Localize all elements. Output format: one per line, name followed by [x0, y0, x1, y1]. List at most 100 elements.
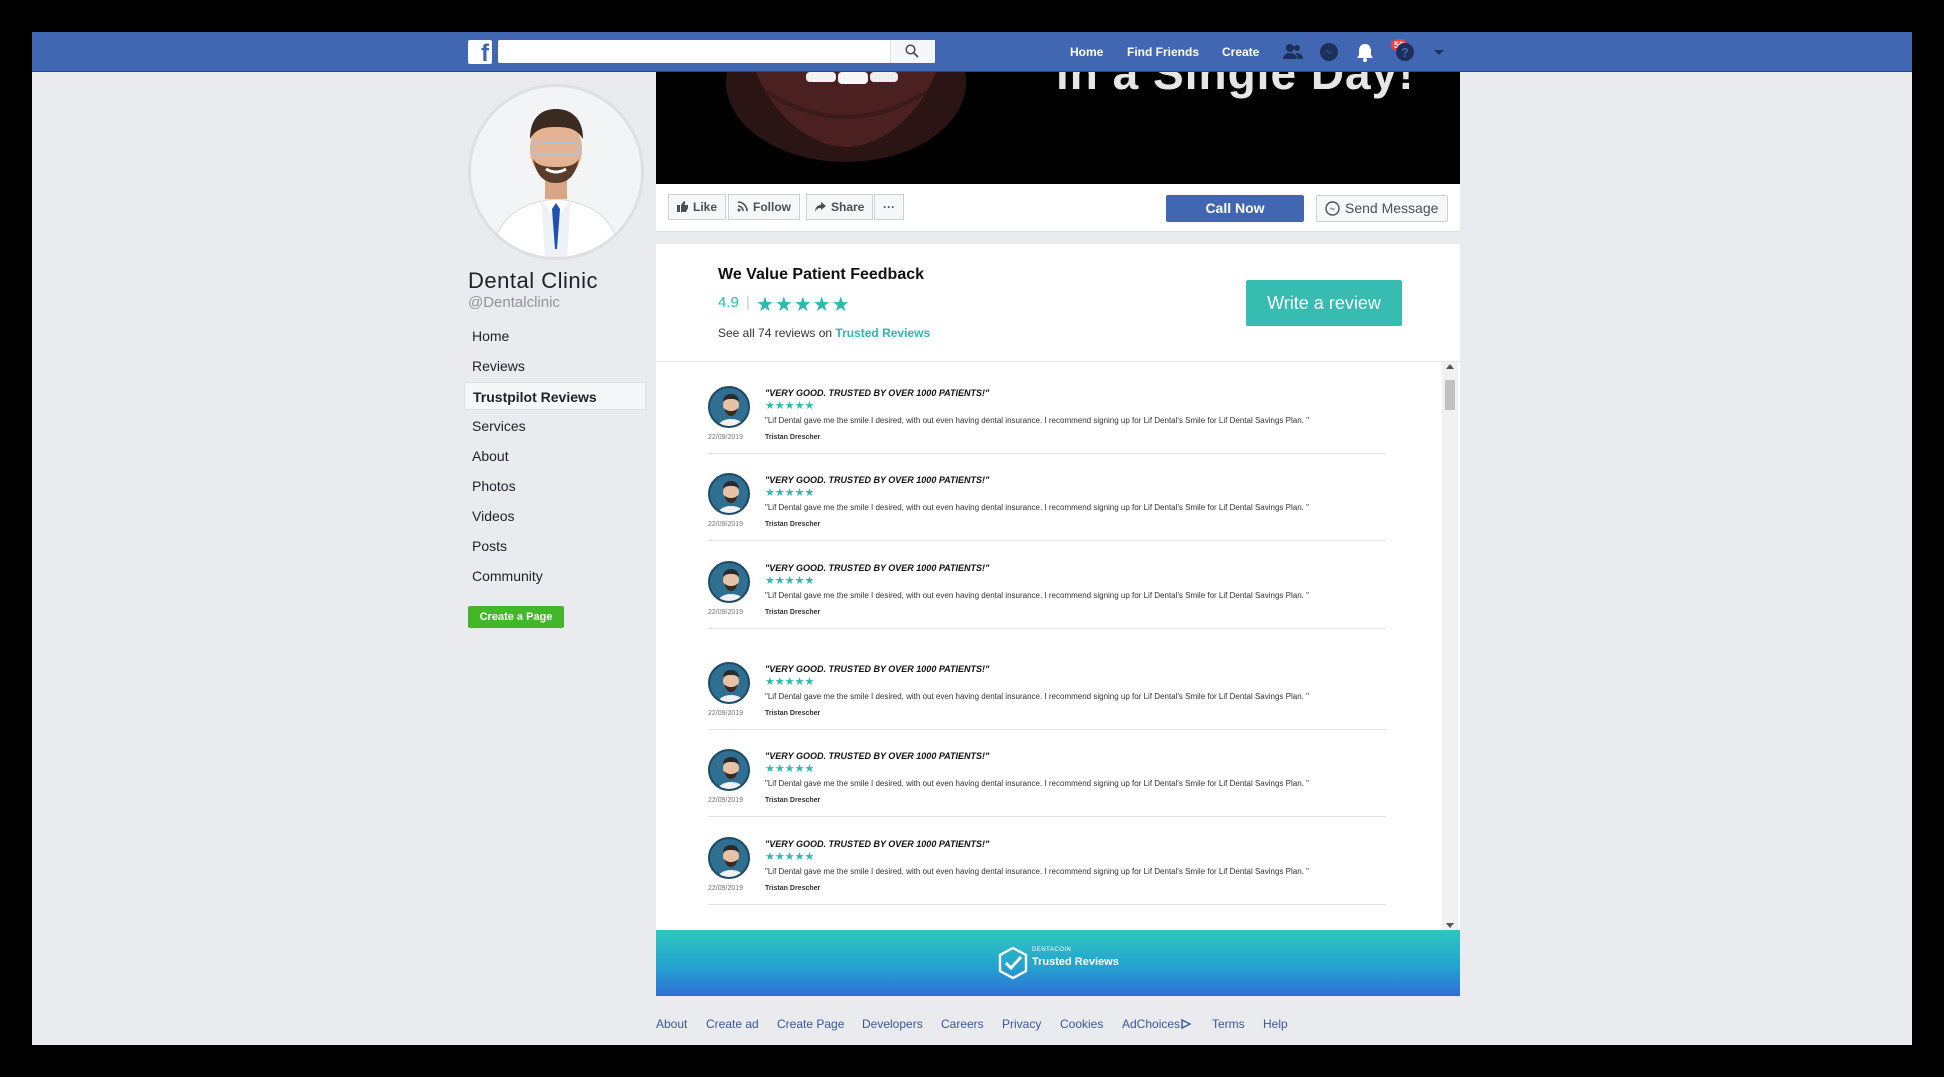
- review-title: "VERY GOOD. TRUSTED BY OVER 1000 PATIENT…: [765, 563, 990, 573]
- messenger-icon: [1325, 201, 1340, 216]
- share-label: Share: [831, 200, 865, 214]
- sidebar-item-about[interactable]: About: [464, 442, 646, 470]
- sidebar-item-home[interactable]: Home: [464, 322, 646, 350]
- page-handle[interactable]: @Dentalclinic: [468, 294, 560, 311]
- more-icon: ···: [883, 200, 895, 214]
- more-options-button[interactable]: ···: [874, 194, 904, 220]
- footer-link-about[interactable]: About: [656, 1017, 687, 1031]
- call-now-button[interactable]: Call Now: [1166, 195, 1304, 222]
- banner-title: Trusted Reviews: [1032, 956, 1119, 968]
- review-item: 22/09/2019 "VERY GOOD. TRUSTED BY OVER 10…: [708, 644, 1386, 730]
- friends-icon[interactable]: [1282, 41, 1304, 63]
- review-text: "Lif Dental gave me the smile I desired,…: [765, 591, 1309, 600]
- footer-link-cookies[interactable]: Cookies: [1060, 1017, 1103, 1031]
- share-arrow-icon: [815, 202, 826, 212]
- write-review-button[interactable]: Write a review: [1246, 280, 1402, 326]
- rss-follow-icon: [737, 201, 748, 212]
- review-title: "VERY GOOD. TRUSTED BY OVER 1000 PATIENT…: [765, 839, 990, 849]
- trusted-reviews-link[interactable]: Trusted Reviews: [835, 326, 930, 340]
- sidebar-item-videos[interactable]: Videos: [464, 502, 646, 530]
- review-author: Tristan Drescher: [765, 521, 821, 528]
- scrollbar-thumb[interactable]: [1445, 380, 1455, 410]
- review-item: 22/09/2019 "VERY GOOD. TRUSTED BY OVER 10…: [708, 455, 1386, 541]
- review-item: 22/09/2019 "VERY GOOD. TRUSTED BY OVER 10…: [708, 731, 1386, 817]
- review-stars: ★★★★★: [765, 400, 815, 412]
- review-item: 22/09/2019 "VERY GOOD. TRUSTED BY OVER 10…: [708, 543, 1386, 629]
- search-button[interactable]: [890, 40, 935, 63]
- doctor-portrait-image: [471, 87, 641, 257]
- like-button[interactable]: Like: [668, 194, 727, 220]
- messenger-icon[interactable]: [1318, 41, 1340, 63]
- svg-text:?: ?: [1401, 45, 1409, 60]
- footer-link-terms[interactable]: Terms: [1212, 1017, 1245, 1031]
- review-text: "Lif Dental gave me the smile I desired,…: [765, 416, 1309, 425]
- review-stars: ★★★★★: [765, 575, 815, 587]
- scroll-up-arrow-icon[interactable]: [1446, 364, 1454, 369]
- feedback-summary-card: We Value Patient Feedback 4.9 | ★★★★★ Se…: [656, 244, 1460, 362]
- rating-score: 4.9: [718, 294, 739, 311]
- review-text: "Lif Dental gave me the smile I desired,…: [765, 867, 1309, 876]
- sidebar-item-services[interactable]: Services: [464, 412, 646, 440]
- review-date: 22/09/2019: [708, 885, 744, 892]
- review-date: 22/09/2019: [708, 434, 744, 441]
- review-text: "Lif Dental gave me the smile I desired,…: [765, 503, 1309, 512]
- footer-link-developers[interactable]: Developers: [862, 1017, 923, 1031]
- cover-headline: in a Single Day!: [1056, 72, 1415, 99]
- help-icon[interactable]: ?: [1394, 41, 1416, 63]
- send-message-button[interactable]: Send Message: [1316, 195, 1448, 222]
- share-button[interactable]: Share: [806, 194, 874, 220]
- review-stars: ★★★★★: [765, 487, 815, 499]
- reviewer-avatar: [708, 473, 750, 515]
- review-stars: ★★★★★: [765, 763, 815, 775]
- search-icon: [905, 44, 919, 58]
- review-title: "VERY GOOD. TRUSTED BY OVER 1000 PATIENT…: [765, 751, 990, 761]
- footer-link-create-page[interactable]: Create Page: [777, 1017, 844, 1031]
- sidebar-item-reviews[interactable]: Reviews: [464, 352, 646, 380]
- review-author: Tristan Drescher: [765, 609, 821, 616]
- footer-link-careers[interactable]: Careers: [941, 1017, 984, 1031]
- review-date: 22/09/2019: [708, 609, 744, 616]
- sidebar-item-trustpilot-reviews[interactable]: Trustpilot Reviews: [464, 382, 646, 410]
- page-title[interactable]: Dental Clinic: [468, 268, 598, 294]
- browser-viewport: f Home Find Friends Create 56 ? Dental C…: [32, 32, 1912, 1045]
- review-stars: ★★★★★: [765, 851, 815, 863]
- review-author: Tristan Drescher: [765, 434, 821, 441]
- banner-brand-small: DENTACOIN: [1032, 947, 1072, 953]
- review-item: 22/09/2019 "VERY GOOD. TRUSTED BY OVER 10…: [708, 368, 1386, 454]
- review-stars: ★★★★★: [765, 676, 815, 688]
- cover-photo[interactable]: in a Single Day!: [656, 72, 1460, 184]
- adchoices-icon: [1181, 1018, 1192, 1030]
- review-author: Tristan Drescher: [765, 885, 821, 892]
- page-action-bar: Like Follow Share ··· Call Now Send Mess…: [656, 184, 1460, 232]
- review-title: "VERY GOOD. TRUSTED BY OVER 1000 PATIENT…: [765, 664, 990, 674]
- search-input[interactable]: [498, 40, 935, 63]
- facebook-logo-icon[interactable]: f: [468, 40, 492, 66]
- dropdown-icon[interactable]: [1428, 41, 1450, 63]
- reviewer-avatar: [708, 749, 750, 791]
- nav-home-link[interactable]: Home: [1070, 44, 1103, 60]
- footer-link-create-ad[interactable]: Create ad: [706, 1017, 759, 1031]
- review-date: 22/09/2019: [708, 797, 744, 804]
- review-title: "VERY GOOD. TRUSTED BY OVER 1000 PATIENT…: [765, 475, 990, 485]
- review-title: "VERY GOOD. TRUSTED BY OVER 1000 PATIENT…: [765, 388, 990, 398]
- reviews-list[interactable]: 22/09/2019 "VERY GOOD. TRUSTED BY OVER 10…: [656, 362, 1460, 930]
- footer-link-adchoices[interactable]: AdChoices: [1122, 1017, 1192, 1031]
- nav-find-friends-link[interactable]: Find Friends: [1127, 44, 1199, 60]
- footer-link-help[interactable]: Help: [1263, 1017, 1288, 1031]
- reviews-scrollbar[interactable]: [1442, 362, 1458, 930]
- sidebar-item-community[interactable]: Community: [464, 562, 646, 590]
- footer-link-privacy[interactable]: Privacy: [1002, 1017, 1041, 1031]
- profile-picture[interactable]: [468, 84, 644, 260]
- scroll-down-arrow-icon[interactable]: [1446, 923, 1454, 928]
- review-author: Tristan Drescher: [765, 797, 821, 804]
- nav-create-link[interactable]: Create: [1222, 44, 1259, 60]
- review-item: 22/09/2019 "VERY GOOD. TRUSTED BY OVER 10…: [708, 819, 1386, 905]
- create-page-button[interactable]: Create a Page: [468, 606, 564, 628]
- sidebar-item-posts[interactable]: Posts: [464, 532, 646, 560]
- rating-stars: ★★★★★: [756, 294, 851, 316]
- sidebar-item-photos[interactable]: Photos: [464, 472, 646, 500]
- like-label: Like: [693, 200, 718, 214]
- notifications-icon[interactable]: [1354, 41, 1376, 63]
- follow-button[interactable]: Follow: [728, 194, 800, 220]
- trusted-reviews-banner[interactable]: DENTACOIN Trusted Reviews: [656, 930, 1460, 996]
